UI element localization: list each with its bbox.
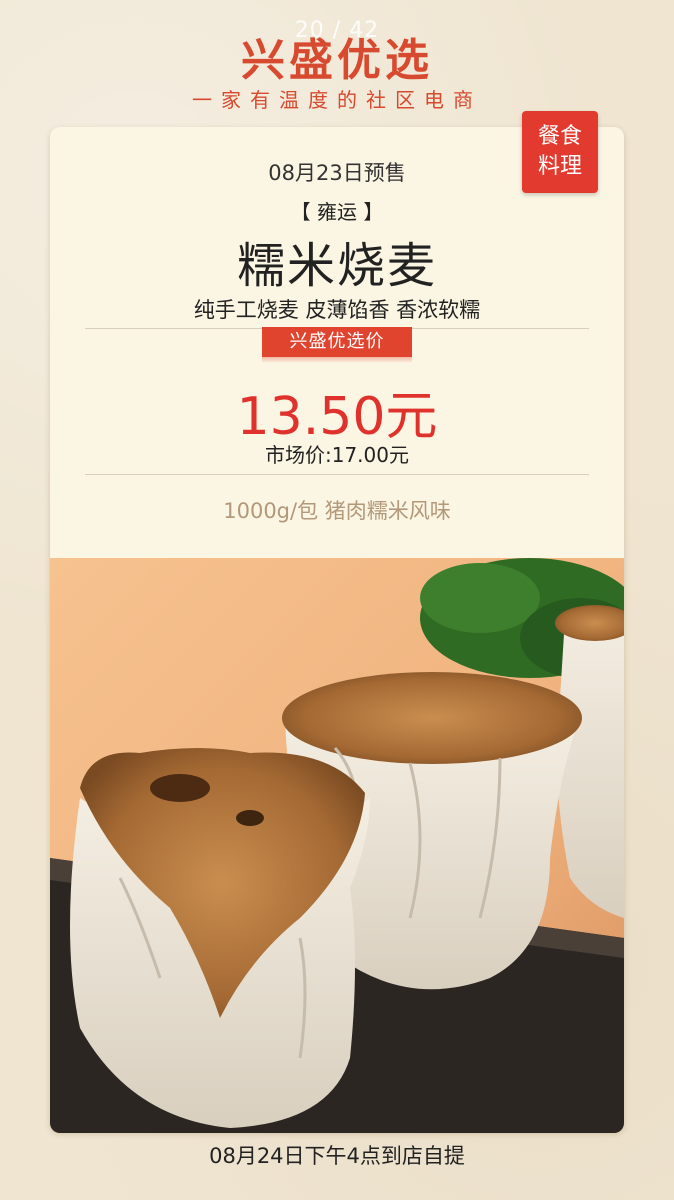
brand-slogan: 一家有温度的社区电商 xyxy=(192,88,482,112)
product-photo[interactable] xyxy=(50,558,624,1133)
presale-date: 08月23日预售 xyxy=(268,161,406,185)
product-spec: 1000g/包 猪肉糯米风味 xyxy=(223,499,451,523)
product-origin: 【 雍运 】 xyxy=(290,200,384,224)
sale-price: 13.50元 xyxy=(236,387,438,447)
brand-title: 兴盛优选 xyxy=(241,35,433,86)
product-subtitle: 纯手工烧麦 皮薄馅香 香浓软糯 xyxy=(193,298,481,322)
price-label-badge: 兴盛优选价 xyxy=(262,327,412,363)
divider-bottom xyxy=(85,474,589,475)
market-price: 市场价:17.00元 xyxy=(265,443,409,467)
pickup-note: 08月24日下午4点到店自提 xyxy=(209,1144,465,1168)
category-tag-line1: 餐食 xyxy=(537,124,582,149)
product-name: 糯米烧麦 xyxy=(236,238,437,294)
shumai-illustration xyxy=(50,558,624,1133)
